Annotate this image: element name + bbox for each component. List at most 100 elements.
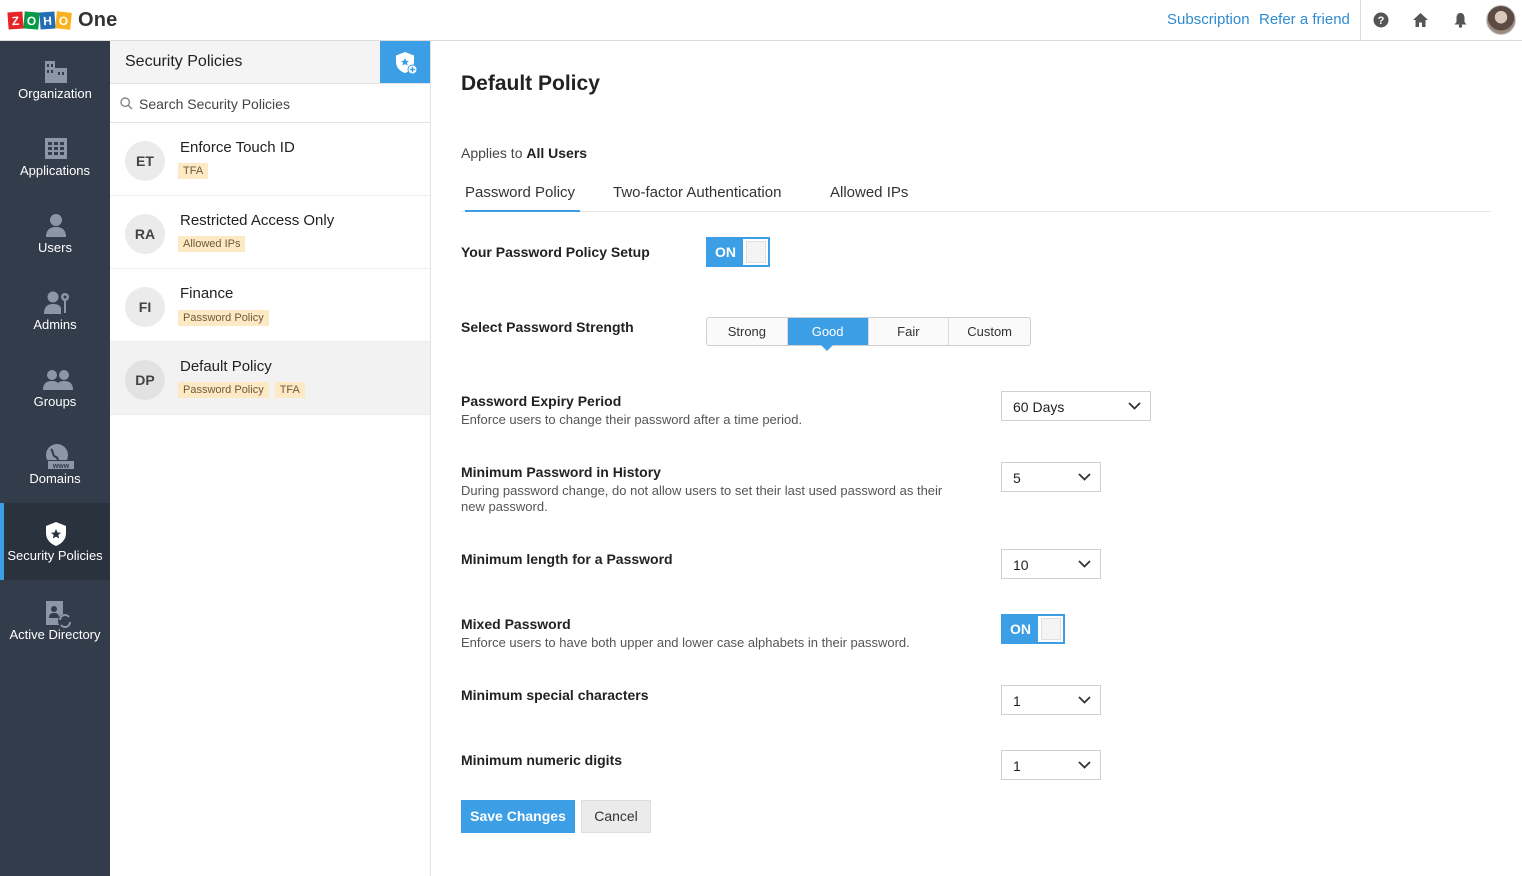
numeric-digits-label: Minimum numeric digits — [461, 752, 623, 768]
subscription-link[interactable]: Subscription — [1167, 11, 1250, 28]
history-description: During password change, do not allow use… — [461, 483, 943, 514]
applies-prefix: Applies to — [461, 145, 523, 161]
nav-item-applications[interactable]: Applications — [0, 118, 110, 195]
zoho-one-logo[interactable]: Z O H O One — [7, 8, 118, 32]
policy-item-restricted-access[interactable]: RA Restricted Access Only Allowed IPs — [110, 196, 430, 269]
policy-item-default-policy[interactable]: DP Default Policy Password Policy TFA — [110, 342, 430, 415]
add-policy-button[interactable] — [380, 41, 430, 83]
policy-initials: RA — [125, 214, 165, 254]
policy-name: Default Policy — [180, 358, 272, 375]
policy-detail: Default Policy Applies to All Users Pass… — [431, 41, 1522, 876]
policy-tags: Password Policy TFA — [178, 382, 305, 398]
chevron-down-icon — [1078, 696, 1091, 704]
policy-tag: Password Policy — [178, 382, 269, 398]
setup-label: Your Password Policy Setup — [461, 244, 650, 260]
logo-product-name: One — [78, 8, 118, 31]
policy-name: Enforce Touch ID — [180, 139, 295, 156]
logo-letter: O — [23, 10, 40, 30]
user-icon — [46, 214, 66, 237]
expiry-label: Password Expiry Period — [461, 393, 622, 409]
password-strength-selector: Strong Good Fair Custom — [706, 317, 1031, 351]
policy-tag: Allowed IPs — [178, 236, 246, 252]
admin-icon — [44, 291, 69, 314]
nav-item-users[interactable]: Users — [0, 195, 110, 272]
list-title: Security Policies — [125, 53, 243, 70]
nav-item-groups[interactable]: Groups — [0, 349, 110, 426]
active-directory-icon — [46, 601, 72, 628]
policy-name: Finance — [180, 285, 234, 302]
toggle-state: ON — [1003, 616, 1038, 642]
nav-item-active-directory[interactable]: Active Directory — [0, 582, 110, 659]
groups-icon — [43, 370, 73, 390]
applications-icon — [45, 138, 67, 159]
logo-letter: O — [55, 10, 72, 30]
history-label: Minimum Password in History — [461, 464, 661, 480]
tab-two-factor-authentication[interactable]: Two-factor Authentication — [613, 184, 781, 212]
nav-label: Domains — [29, 471, 81, 486]
policy-item-enforce-touch-id[interactable]: ET Enforce Touch ID TFA — [110, 123, 430, 196]
domains-icon: www — [46, 444, 75, 470]
select-value: 10 — [1013, 557, 1029, 573]
bell-icon[interactable] — [1453, 12, 1469, 28]
nav-item-security-policies[interactable]: Security Policies — [0, 503, 110, 580]
expiry-period-select[interactable]: 60 Days — [1001, 391, 1151, 421]
cancel-button[interactable]: Cancel — [581, 800, 651, 833]
home-icon[interactable] — [1412, 12, 1428, 28]
logo-letter: H — [39, 10, 56, 30]
nav-item-admins[interactable]: Admins — [0, 272, 110, 349]
policy-tags: Allowed IPs — [178, 236, 246, 252]
strength-option-good[interactable]: Good — [787, 318, 869, 351]
policy-tags: Password Policy — [178, 310, 269, 326]
strength-label: Select Password Strength — [461, 319, 634, 335]
logo-letter: Z — [7, 10, 24, 30]
policy-tabs: Password Policy Two-factor Authenticatio… — [461, 182, 1491, 212]
expiry-description: Enforce users to change their password a… — [461, 412, 803, 427]
min-length-label: Minimum length for a Password — [461, 551, 673, 567]
numeric-digits-select[interactable]: 1 — [1001, 750, 1101, 780]
policy-setup-toggle[interactable]: ON — [706, 237, 770, 267]
applies-target: All Users — [526, 145, 588, 161]
mixed-password-toggle[interactable]: ON — [1001, 614, 1065, 644]
strength-option-custom[interactable]: Custom — [949, 318, 1030, 345]
mixed-password-label: Mixed Password — [461, 616, 571, 632]
nav-label: Applications — [19, 163, 91, 178]
mixed-password-description: Enforce users to have both upper and low… — [461, 635, 910, 650]
policy-tag: Password Policy — [178, 310, 269, 326]
nav-item-domains[interactable]: www Domains — [0, 426, 110, 503]
policy-item-finance[interactable]: FI Finance Password Policy — [110, 269, 430, 342]
search-icon — [120, 97, 133, 110]
chevron-down-icon — [1078, 560, 1091, 568]
chevron-down-icon — [1078, 761, 1091, 769]
special-chars-label: Minimum special characters — [461, 687, 649, 703]
strength-option-fair[interactable]: Fair — [869, 318, 950, 345]
help-icon[interactable]: ? — [1373, 12, 1389, 28]
nav-label: Active Directory — [9, 627, 101, 642]
min-length-select[interactable]: 10 — [1001, 549, 1101, 579]
tab-allowed-ips[interactable]: Allowed IPs — [830, 184, 908, 212]
top-bar: Z O H O One Subscription Refer a friend … — [0, 0, 1522, 41]
nav-label: Organization — [18, 86, 92, 101]
tab-password-policy[interactable]: Password Policy — [465, 184, 580, 212]
select-value: 1 — [1013, 693, 1021, 709]
special-chars-select[interactable]: 1 — [1001, 685, 1101, 715]
policy-search — [110, 84, 430, 123]
divider — [1360, 0, 1361, 40]
user-avatar[interactable] — [1486, 5, 1516, 35]
left-navigation: Organization Applications Users Admins G… — [0, 41, 110, 876]
policy-tags: TFA — [178, 163, 209, 179]
nav-label: Admins — [33, 317, 77, 332]
organization-icon — [45, 61, 67, 83]
svg-text:?: ? — [1378, 15, 1385, 27]
policy-tag: TFA — [178, 163, 209, 179]
strength-option-strong[interactable]: Strong — [707, 318, 788, 345]
refer-friend-link[interactable]: Refer a friend — [1259, 11, 1350, 28]
toggle-knob — [746, 241, 766, 263]
password-history-select[interactable]: 5 — [1001, 462, 1101, 492]
save-changes-button[interactable]: Save Changes — [461, 800, 575, 833]
policy-name: Restricted Access Only — [180, 212, 335, 229]
nav-item-organization[interactable]: Organization — [0, 41, 110, 118]
policy-initials: FI — [125, 287, 165, 327]
search-input[interactable] — [139, 93, 419, 115]
toggle-state: ON — [708, 239, 743, 265]
toggle-knob — [1041, 618, 1061, 640]
